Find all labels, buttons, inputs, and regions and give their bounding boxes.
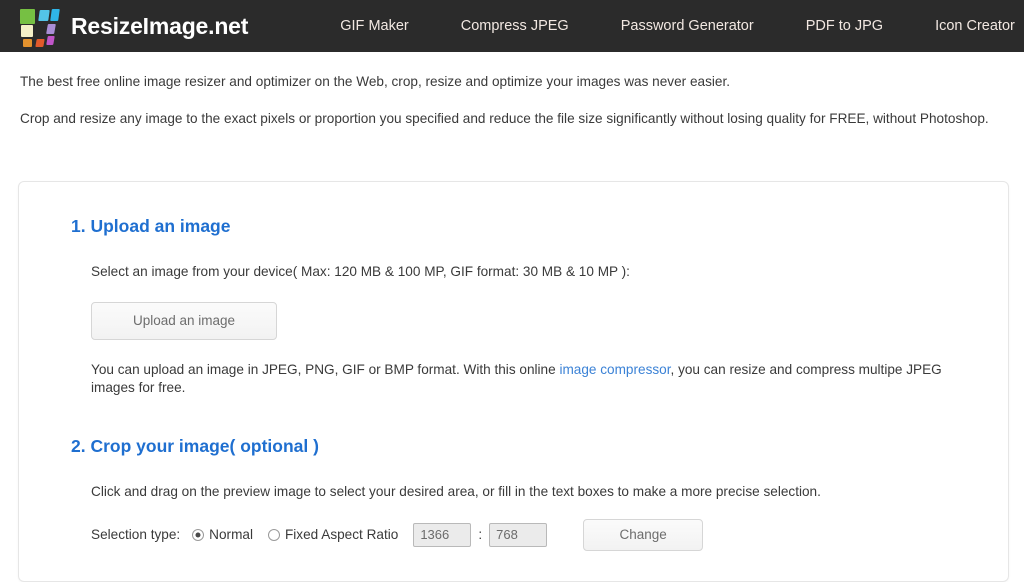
step2-body: Click and drag on the preview image to s… xyxy=(71,483,966,552)
nav-pdf-to-jpg[interactable]: PDF to JPG xyxy=(806,12,883,40)
intro-line-1: The best free online image resizer and o… xyxy=(20,74,730,89)
main-panel-wrap: 1. Upload an image Select an image from … xyxy=(0,180,1024,582)
nav-compress-jpeg[interactable]: Compress JPEG xyxy=(461,12,569,40)
site-header: ResizeImage.net GIF Maker Compress JPEG … xyxy=(0,0,1024,52)
intro-section: The best free online image resizer and o… xyxy=(0,52,1024,128)
image-compressor-link[interactable]: image compressor xyxy=(559,362,670,377)
main-navigation: GIF Maker Compress JPEG Password Generat… xyxy=(340,12,1024,40)
step2-title: 2. Crop your image( optional ) xyxy=(71,435,319,456)
step1-note: You can upload an image in JPEG, PNG, GI… xyxy=(91,361,966,396)
upload-an-image-button[interactable]: Upload an image xyxy=(91,301,277,341)
step2-instruction: Click and drag on the preview image to s… xyxy=(91,483,821,499)
nav-icon-creator[interactable]: Icon Creator xyxy=(935,12,1015,40)
main-panel: 1. Upload an image Select an image from … xyxy=(18,180,1009,582)
step1-instruction: Select an image from your device( Max: 1… xyxy=(91,263,630,279)
resizeimage-squares-logo-icon xyxy=(20,8,60,47)
nav-password-generator[interactable]: Password Generator xyxy=(621,12,754,40)
step1-body: Select an image from your device( Max: 1… xyxy=(71,263,966,397)
brand[interactable]: ResizeImage.net xyxy=(0,8,249,47)
step1-note-before: You can upload an image in JPEG, PNG, GI… xyxy=(91,362,560,378)
nav-gif-maker[interactable]: GIF Maker xyxy=(340,12,408,40)
intro-line-2: Crop and resize any image to the exact p… xyxy=(20,110,989,126)
brand-title: ResizeImage.net xyxy=(71,12,249,39)
step1-title: 1. Upload an image xyxy=(71,215,231,236)
